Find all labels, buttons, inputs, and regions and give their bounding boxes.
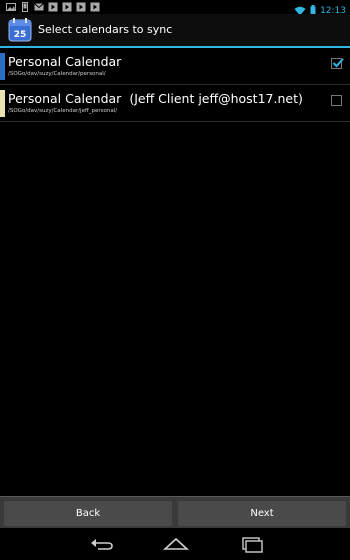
media-icon — [76, 2, 86, 12]
calendar-path: /SOGo/dav/suzy/Calendar/jeff_personal/ — [8, 108, 118, 114]
calendar-color-strip — [0, 90, 5, 117]
calendar-row[interactable]: Personal Calendar /SOGo/dav/suzy/Calenda… — [0, 48, 350, 85]
back-button[interactable]: Back — [4, 501, 172, 526]
calendar-owner: (Jeff Client jeff@host17.net) — [129, 91, 303, 106]
nav-recent-apps-icon[interactable] — [238, 534, 266, 554]
calendar-name: Personal Calendar — [8, 54, 122, 69]
mail-icon — [34, 2, 44, 12]
calendar-name-line: Personal Calendar (Jeff Client jeff@host… — [8, 91, 303, 106]
media-icon — [90, 2, 100, 12]
nav-back-icon[interactable] — [88, 534, 116, 554]
next-button[interactable]: Next — [178, 501, 346, 526]
calendar-name: Personal Calendar — [8, 91, 122, 106]
page-title: Select calendars to sync — [38, 23, 173, 36]
calendar-path: /SOGo/dav/suzy/Calendar/personal/ — [8, 71, 106, 77]
calendar-row[interactable]: Personal Calendar (Jeff Client jeff@host… — [0, 85, 350, 122]
media-icon — [62, 2, 72, 12]
image-icon — [6, 2, 16, 12]
notification-icons — [6, 2, 100, 12]
sync-checkbox[interactable] — [331, 58, 344, 69]
calendar-color-strip — [0, 53, 5, 80]
status-bar: 12:13 — [0, 0, 350, 16]
checkmark-icon — [332, 58, 344, 68]
phone-icon — [20, 2, 30, 12]
media-icon — [48, 2, 58, 12]
action-bar: 25 Select calendars to sync — [0, 14, 350, 46]
sync-checkbox[interactable] — [331, 95, 342, 106]
nav-home-icon[interactable] — [162, 534, 190, 554]
navigation-bar — [0, 528, 350, 560]
calendar-icon-day: 25 — [14, 30, 27, 40]
calendar-list: Personal Calendar /SOGo/dav/suzy/Calenda… — [0, 48, 350, 122]
calendar-app-icon: 25 — [8, 18, 32, 42]
button-bar: Back Next — [0, 496, 350, 528]
